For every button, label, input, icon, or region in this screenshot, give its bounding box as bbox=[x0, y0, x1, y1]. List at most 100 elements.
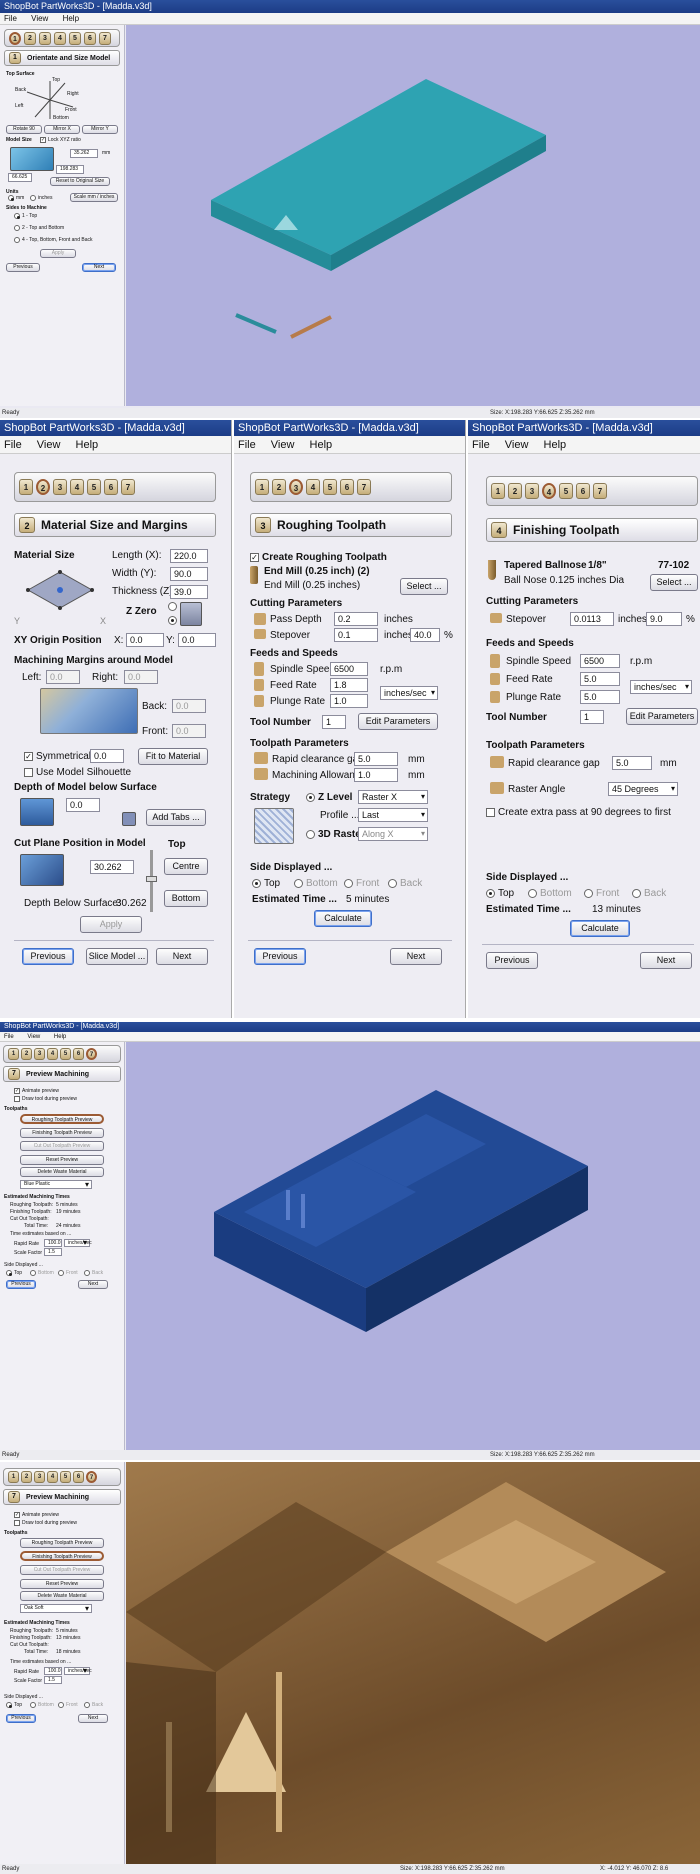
extra-pass-checkbox[interactable] bbox=[486, 808, 495, 817]
step-4-button[interactable]: 4 bbox=[54, 31, 66, 45]
roughing-preview-button[interactable]: Roughing Toolpath Preview bbox=[20, 1114, 104, 1124]
menu-file[interactable]: File bbox=[4, 14, 17, 23]
side-bottom-radio[interactable] bbox=[30, 1702, 36, 1708]
reset-size-button[interactable]: Reset to Original Size bbox=[50, 177, 110, 186]
side-front-radio[interactable] bbox=[58, 1702, 64, 1708]
plunge-input[interactable]: 1.0 bbox=[330, 694, 368, 708]
previous-button[interactable]: Previous bbox=[22, 948, 74, 965]
next-button[interactable]: Next bbox=[82, 263, 116, 272]
orientation-widget[interactable]: Top Back Right Left Front Bottom bbox=[15, 77, 85, 123]
stepover-input[interactable]: 0.0113 bbox=[570, 612, 614, 626]
side-bottom-radio[interactable] bbox=[528, 889, 537, 898]
side-back-radio[interactable] bbox=[632, 889, 641, 898]
raster-x-select[interactable]: Raster X bbox=[358, 790, 428, 804]
side-top-radio[interactable] bbox=[486, 889, 495, 898]
cut-plane-input[interactable]: 30.262 bbox=[90, 860, 134, 874]
menu-help[interactable]: Help bbox=[54, 1034, 66, 1040]
width-input[interactable]: 90.0 bbox=[170, 567, 208, 581]
previous-button[interactable]: Previous bbox=[254, 948, 306, 965]
side-back-radio[interactable] bbox=[84, 1702, 90, 1708]
material-select[interactable]: Oak Soft bbox=[20, 1604, 92, 1613]
draw-tool-checkbox[interactable] bbox=[14, 1096, 20, 1102]
step-7-button[interactable]: 7 bbox=[357, 479, 371, 495]
step-3-button[interactable]: 3 bbox=[34, 1471, 45, 1483]
spindle-input[interactable]: 6500 bbox=[580, 654, 620, 668]
step-3-button[interactable]: 3 bbox=[34, 1048, 45, 1060]
finishing-preview-button[interactable]: Finishing Toolpath Preview bbox=[20, 1128, 104, 1138]
dir-top[interactable]: Top bbox=[52, 77, 60, 83]
step-1-button[interactable]: 1 bbox=[9, 31, 21, 45]
reset-preview-button[interactable]: Reset Preview bbox=[20, 1579, 104, 1589]
step-3-button[interactable]: 3 bbox=[525, 483, 539, 499]
step-5-button[interactable]: 5 bbox=[559, 483, 573, 499]
dir-front[interactable]: Front bbox=[65, 107, 77, 113]
next-button[interactable]: Next bbox=[78, 1714, 108, 1723]
right-margin-input[interactable]: 0.0 bbox=[124, 670, 158, 684]
step-7-button[interactable]: 7 bbox=[86, 1471, 97, 1483]
scale-factor-input[interactable]: 1.5 bbox=[44, 1676, 62, 1684]
previous-button[interactable]: Previous bbox=[6, 263, 40, 272]
side-top-radio[interactable] bbox=[6, 1702, 12, 1708]
next-button[interactable]: Next bbox=[640, 952, 692, 969]
units-mm-radio[interactable] bbox=[8, 195, 14, 201]
menu-view[interactable]: View bbox=[27, 1034, 40, 1040]
create-roughing-checkbox[interactable]: ✓ bbox=[250, 553, 259, 562]
menu-view[interactable]: View bbox=[505, 439, 529, 451]
side-back-radio[interactable] bbox=[84, 1270, 90, 1276]
side-back-radio[interactable] bbox=[388, 879, 397, 888]
menu-help[interactable]: Help bbox=[310, 439, 333, 451]
size-x-field[interactable]: 66.625 bbox=[8, 173, 32, 182]
step-3-button[interactable]: 3 bbox=[53, 479, 67, 495]
edit-parameters-button[interactable]: Edit Parameters bbox=[626, 708, 698, 725]
feed-input[interactable]: 1.8 bbox=[330, 678, 368, 692]
profile-select[interactable]: Last bbox=[358, 808, 428, 822]
dir-back[interactable]: Back bbox=[15, 87, 26, 93]
material-select[interactable]: Blue Plastic bbox=[20, 1180, 92, 1189]
side2-radio[interactable] bbox=[14, 225, 20, 231]
stepover-percent-input[interactable]: 40.0 bbox=[410, 628, 440, 642]
dir-right[interactable]: Right bbox=[67, 91, 79, 97]
allowance-input[interactable]: 1.0 bbox=[354, 768, 398, 782]
step-6-button[interactable]: 6 bbox=[576, 483, 590, 499]
rapid-input[interactable]: 5.0 bbox=[612, 756, 652, 770]
step-4-button[interactable]: 4 bbox=[542, 483, 556, 499]
raster3d-radio[interactable] bbox=[306, 830, 315, 839]
fit-to-material-button[interactable]: Fit to Material bbox=[138, 748, 208, 765]
step-1-button[interactable]: 1 bbox=[255, 479, 269, 495]
next-button[interactable]: Next bbox=[156, 948, 208, 965]
step-2-button[interactable]: 2 bbox=[272, 479, 286, 495]
front-margin-input[interactable]: 0.0 bbox=[172, 724, 206, 738]
side-bottom-radio[interactable] bbox=[30, 1270, 36, 1276]
depth-input[interactable]: 0.0 bbox=[66, 798, 100, 812]
along-x-select[interactable]: Along X bbox=[358, 827, 428, 841]
animate-checkbox[interactable]: ✓ bbox=[14, 1512, 20, 1518]
menu-view[interactable]: View bbox=[271, 439, 295, 451]
z-zero-top-radio[interactable] bbox=[168, 602, 177, 611]
step-3-button[interactable]: 3 bbox=[39, 31, 51, 45]
dir-left[interactable]: Left bbox=[15, 103, 23, 109]
rotate-button[interactable]: Rotate 90 bbox=[6, 125, 42, 134]
step-5-button[interactable]: 5 bbox=[60, 1048, 71, 1060]
side3-radio[interactable] bbox=[14, 237, 20, 243]
symmetrical-checkbox[interactable]: ✓ bbox=[24, 752, 33, 761]
units-inches-radio[interactable] bbox=[30, 195, 36, 201]
step-7-button[interactable]: 7 bbox=[593, 483, 607, 499]
step-6-button[interactable]: 6 bbox=[84, 31, 96, 45]
previous-button[interactable]: Previous bbox=[486, 952, 538, 969]
step-2-button[interactable]: 2 bbox=[21, 1048, 32, 1060]
draw-tool-checkbox[interactable] bbox=[14, 1520, 20, 1526]
3d-viewport[interactable] bbox=[126, 25, 700, 406]
delete-material-button[interactable]: Delete Waste Material bbox=[20, 1591, 104, 1601]
previous-button[interactable]: Previous bbox=[6, 1280, 36, 1289]
dir-bottom[interactable]: Bottom bbox=[53, 115, 69, 121]
step-7-button[interactable]: 7 bbox=[99, 31, 111, 45]
menu-file[interactable]: File bbox=[472, 439, 490, 451]
select-tool-button[interactable]: Select ... bbox=[650, 574, 698, 591]
menu-view[interactable]: View bbox=[37, 439, 61, 451]
feed-input[interactable]: 5.0 bbox=[580, 672, 620, 686]
step-1-button[interactable]: 1 bbox=[8, 1471, 19, 1483]
z-zero-bottom-radio[interactable] bbox=[168, 616, 177, 625]
symmetrical-input[interactable]: 0.0 bbox=[90, 749, 124, 763]
step-2-button[interactable]: 2 bbox=[24, 31, 36, 45]
side-bottom-radio[interactable] bbox=[294, 879, 303, 888]
